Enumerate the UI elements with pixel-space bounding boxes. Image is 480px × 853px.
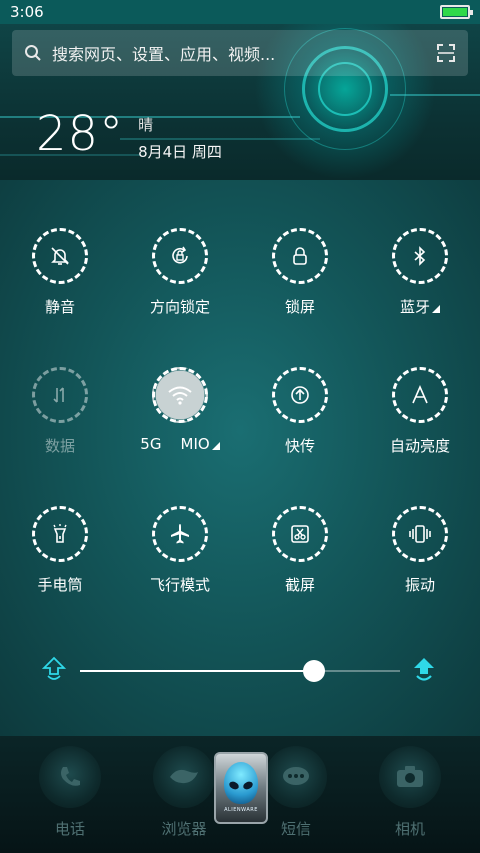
toggle-label: 手电筒 — [37, 576, 83, 594]
brightness-low-icon — [42, 656, 66, 680]
weather-date: 8月4日 周四 — [138, 143, 222, 161]
toggle-flashlight[interactable]: 手电筒 — [0, 506, 120, 595]
toggle-airplane[interactable]: 飞行模式 — [120, 506, 240, 595]
toggle-wifi[interactable]: 5G MIO — [120, 367, 240, 453]
toggle-label: 5G MIO — [120, 435, 240, 453]
battery-icon — [440, 5, 473, 19]
data-arrows-icon — [32, 367, 88, 423]
upload-icon — [272, 367, 328, 423]
toggle-rotation-lock[interactable]: 方向锁定 — [120, 228, 240, 317]
toggle-label: 截屏 — [284, 576, 315, 594]
vibrate-icon — [392, 506, 448, 562]
lock-icon — [272, 228, 328, 284]
search-placeholder: 搜索网页、设置、应用、视频... — [52, 45, 276, 64]
search-input[interactable]: 搜索网页、设置、应用、视频... — [12, 30, 468, 76]
message-icon — [265, 746, 327, 808]
weather-widget[interactable]: 28° 晴 8月4日 周四 — [36, 108, 222, 162]
toggle-vibrate[interactable]: 振动 — [360, 506, 480, 595]
toggle-data-arrows[interactable]: 数据 — [0, 367, 120, 456]
camera-icon — [379, 746, 441, 808]
quick-settings-panel: 静音 方向锁定 锁屏 蓝牙数据 5G MIO 快传 自动亮度手电筒 飞行模式 截屏 振动 — [0, 180, 480, 736]
alienware-label: ALIENWARE — [224, 807, 258, 813]
menu-caret-icon[interactable] — [432, 305, 440, 313]
brightness-track[interactable] — [80, 660, 400, 682]
toggle-label: 蓝牙 — [360, 296, 480, 317]
brightness-high-icon — [414, 658, 434, 681]
weather-condition: 晴 — [138, 116, 154, 134]
toggle-letter-a[interactable]: 自动亮度 — [360, 367, 480, 456]
toggle-label: 锁屏 — [284, 298, 315, 316]
scan-icon[interactable] — [436, 43, 456, 63]
dock-app-phone[interactable]: 电话 — [10, 746, 130, 839]
toggle-label: 快传 — [284, 437, 315, 455]
toggle-screenshot-scissors[interactable]: 截屏 — [240, 506, 360, 595]
search-icon — [25, 45, 41, 61]
dock-label: 相机 — [394, 820, 425, 838]
alien-head-icon[interactable]: ALIENWARE — [214, 752, 268, 824]
dock-label: 电话 — [54, 820, 85, 838]
brightness-slider[interactable] — [40, 650, 440, 690]
dock-app-camera[interactable]: 相机 — [350, 746, 470, 839]
menu-caret-icon[interactable] — [211, 442, 220, 450]
flashlight-icon — [32, 506, 88, 562]
toggle-lock[interactable]: 锁屏 — [240, 228, 360, 317]
dock: 电话 浏览器 短信 相机 ALIENWARE — [0, 736, 480, 853]
screenshot-scissors-icon — [272, 506, 328, 562]
toggle-label: 方向锁定 — [149, 298, 210, 316]
rotation-lock-icon — [152, 228, 208, 284]
temperature: 28° — [36, 106, 125, 162]
toggle-label: 自动亮度 — [389, 437, 450, 455]
toggle-bell-off[interactable]: 静音 — [0, 228, 120, 317]
toggle-label: 静音 — [44, 298, 75, 316]
bell-off-icon — [32, 228, 88, 284]
toggle-label: 数据 — [44, 437, 75, 455]
wifi-icon — [152, 367, 208, 423]
airplane-icon — [152, 506, 208, 562]
status-time: 3:06 — [10, 3, 44, 21]
browser-icon — [153, 746, 215, 808]
status-bar: 3:06 — [0, 0, 480, 24]
brightness-thumb[interactable] — [302, 660, 325, 682]
toggle-label: 飞行模式 — [149, 576, 210, 594]
letter-a-icon — [392, 367, 448, 423]
toggle-bluetooth[interactable]: 蓝牙 — [360, 228, 480, 317]
bluetooth-icon — [392, 228, 448, 284]
toggle-label: 振动 — [404, 576, 435, 594]
phone-icon — [39, 746, 101, 808]
header-wallpaper: 搜索网页、设置、应用、视频... 28° 晴 8月4日 周四 — [0, 24, 480, 180]
toggle-upload[interactable]: 快传 — [240, 367, 360, 456]
